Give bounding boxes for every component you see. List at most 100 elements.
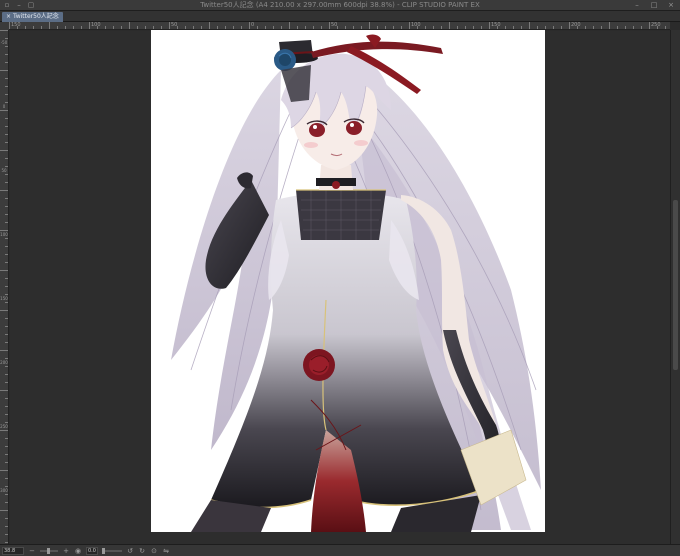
ruler-tick: [0, 430, 8, 431]
ruler-label: 150: [11, 22, 21, 28]
ruler-tick: [401, 26, 402, 29]
drawing-canvas[interactable]: [151, 30, 545, 532]
ruler-label: 100: [91, 22, 101, 28]
ruler-tick: [281, 26, 282, 29]
ruler-tick: [25, 26, 26, 29]
ruler-tick: [553, 26, 554, 29]
window-controls-right: – □ ×: [632, 1, 676, 9]
fit-screen-icon[interactable]: ◉: [74, 547, 82, 555]
document-tab-bar: × Twitter50人記念: [0, 11, 680, 22]
minus-icon[interactable]: −: [28, 547, 36, 555]
ruler-tick: [5, 262, 8, 263]
rotation-angle-field[interactable]: 0.0: [86, 546, 98, 555]
ruler-tick: [169, 22, 170, 29]
reset-rotation-icon[interactable]: ⊙: [150, 547, 158, 555]
ruler-tick: [5, 206, 8, 207]
ruler-tick: [625, 26, 626, 29]
ruler-tick: [0, 230, 8, 231]
vertical-scrollbar[interactable]: [670, 30, 680, 544]
plus-icon[interactable]: +: [62, 547, 70, 555]
ruler-tick: [5, 126, 8, 127]
ruler-tick: [273, 26, 274, 29]
ruler-tick: [433, 26, 434, 29]
ruler-tick: [225, 26, 226, 29]
ruler-tick: [5, 406, 8, 407]
ruler-tick: [593, 26, 594, 29]
ruler-tick: [5, 238, 8, 239]
ruler-tick: [5, 526, 8, 527]
ruler-tick: [137, 26, 138, 29]
flip-horizontal-icon[interactable]: ⇋: [162, 547, 170, 555]
zoom-slider-knob[interactable]: [47, 547, 50, 554]
window-close-button[interactable]: ×: [666, 1, 676, 9]
ruler-tick: [5, 86, 8, 87]
ruler-label: 250: [651, 22, 661, 28]
ruler-tick: [5, 366, 8, 367]
ruler-tick: [5, 534, 8, 535]
ruler-tick: [129, 22, 130, 29]
ruler-label: 200: [571, 22, 581, 28]
ruler-tick: [601, 26, 602, 29]
ruler-tick: [5, 478, 8, 479]
ruler-tick: [0, 270, 8, 271]
ruler-tick: [5, 278, 8, 279]
ruler-tick: [0, 510, 8, 511]
ruler-tick: [561, 26, 562, 29]
ruler-tick: [233, 26, 234, 29]
ruler-tick: [5, 46, 8, 47]
ruler-tick: [5, 414, 8, 415]
ruler-tick: [5, 326, 8, 327]
ruler-tick: [5, 118, 8, 119]
ruler-tick: [0, 310, 8, 311]
ruler-tick: [297, 26, 298, 29]
scrollbar-thumb[interactable]: [673, 200, 678, 370]
ruler-tick: [153, 26, 154, 29]
ruler-tick: [0, 390, 8, 391]
ruler-tick: [481, 26, 482, 29]
ruler-vertical[interactable]: -50 0 50 100 150 200 250 300: [0, 30, 9, 544]
ruler-tick: [5, 222, 8, 223]
ruler-label: 100: [0, 232, 8, 237]
rotate-right-icon[interactable]: ↻: [138, 547, 146, 555]
zoom-field[interactable]: 38.8: [2, 546, 24, 555]
ruler-tick: [0, 70, 8, 71]
ruler-tick: [9, 22, 10, 29]
tab-document[interactable]: × Twitter50人記念: [2, 12, 63, 22]
window-minimize-button[interactable]: –: [632, 1, 642, 9]
ruler-tick: [5, 494, 8, 495]
ruler-tick: [5, 142, 8, 143]
ruler-tick: [585, 26, 586, 29]
window-maximize-button[interactable]: □: [649, 1, 659, 9]
ruler-tick: [345, 26, 346, 29]
ruler-tick: [145, 26, 146, 29]
ruler-horizontal[interactable]: 150 100 50 0 50 100 150 200 250: [9, 22, 670, 30]
ruler-tick: [5, 518, 8, 519]
ruler-tick: [473, 26, 474, 29]
ruler-tick: [5, 182, 8, 183]
ruler-tick: [5, 542, 8, 543]
ruler-tick: [665, 26, 666, 29]
ruler-tick: [0, 30, 8, 31]
ruler-label: 50: [171, 22, 178, 28]
ruler-tick: [489, 22, 490, 29]
ruler-tick: [529, 22, 530, 29]
ruler-label: 200: [0, 360, 8, 365]
ruler-tick: [5, 166, 8, 167]
ruler-tick: [5, 486, 8, 487]
rotate-left-icon[interactable]: ↺: [126, 547, 134, 555]
ruler-tick: [505, 26, 506, 29]
zoom-slider[interactable]: [40, 547, 58, 554]
ruler-tick: [49, 22, 50, 29]
ruler-tick: [5, 454, 8, 455]
ruler-tick: [633, 26, 634, 29]
rotation-slider-knob[interactable]: [102, 547, 105, 554]
ruler-tick: [321, 26, 322, 29]
ruler-tick: [545, 26, 546, 29]
ruler-tick: [641, 26, 642, 29]
ruler-label: 100: [411, 22, 421, 28]
close-icon[interactable]: ×: [6, 12, 11, 22]
rotation-slider[interactable]: [102, 547, 122, 554]
ruler-tick: [5, 358, 8, 359]
ruler-tick: [449, 22, 450, 29]
ruler-label: 50: [1, 168, 7, 173]
